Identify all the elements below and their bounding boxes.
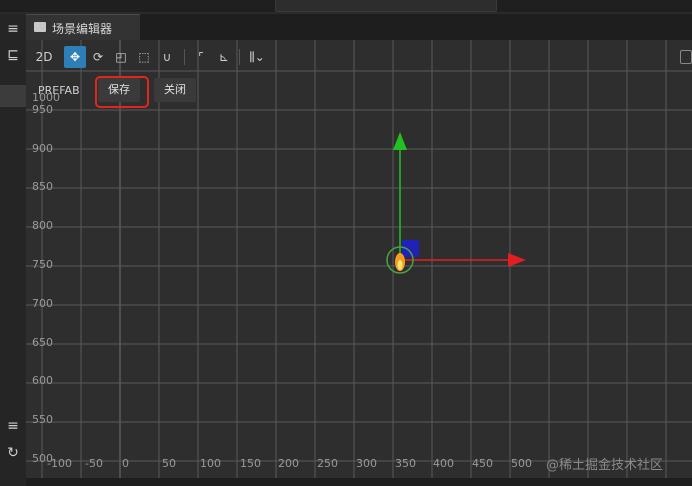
x-axis-arrow[interactable] bbox=[508, 253, 526, 267]
x-tick-label: 100 bbox=[200, 457, 221, 470]
rotate-tool-icon[interactable]: ⟳ bbox=[87, 46, 109, 68]
watermark: @稀土掘金技术社区 bbox=[546, 458, 664, 473]
magnet-icon[interactable]: ∪ bbox=[156, 46, 178, 68]
save-highlight-box bbox=[95, 76, 149, 108]
y-tick-label: 700 bbox=[32, 297, 53, 310]
rect-tool-icon[interactable]: ⬚ bbox=[133, 46, 155, 68]
tab-label: 场景编辑器 bbox=[52, 22, 113, 36]
refresh-icon[interactable]: ↻ bbox=[4, 444, 22, 462]
y-tick-label: 900 bbox=[32, 142, 53, 155]
toolbar-divider bbox=[239, 49, 240, 65]
bottom-tab-strip bbox=[26, 478, 692, 486]
x-tick-label: 300 bbox=[356, 457, 377, 470]
y-axis-arrow[interactable] bbox=[393, 132, 407, 150]
top-toolbar bbox=[0, 0, 692, 12]
toggle-2d-button[interactable]: 2D bbox=[32, 46, 56, 68]
y-tick-label: 750 bbox=[32, 258, 53, 271]
pivot-icon[interactable]: ⌜ bbox=[190, 46, 212, 68]
y-tick-label: 950 bbox=[32, 103, 53, 116]
x-tick-label: -50 bbox=[85, 457, 103, 470]
x-tick-label: 250 bbox=[317, 457, 338, 470]
move-tool-icon[interactable]: ✥ bbox=[64, 46, 86, 68]
close-button[interactable]: 关闭 bbox=[154, 78, 196, 102]
x-tick-label: 500 bbox=[511, 457, 532, 470]
particle-core bbox=[397, 260, 403, 270]
x-tick-label: 450 bbox=[472, 457, 493, 470]
local-icon[interactable]: ⊾ bbox=[213, 46, 235, 68]
x-tick-label: 150 bbox=[240, 457, 261, 470]
x-tick-label: 200 bbox=[278, 457, 299, 470]
play-controls[interactable] bbox=[275, 0, 497, 12]
y-tick-label: 800 bbox=[32, 219, 53, 232]
menu-icon[interactable]: ≡ bbox=[4, 417, 22, 435]
scene-icon bbox=[34, 22, 46, 32]
left-dock: ≡ ⊑ ≡ ↻ bbox=[0, 14, 27, 486]
y-tick-label: 650 bbox=[32, 336, 53, 349]
y-tick-label: 550 bbox=[32, 413, 53, 426]
x-tick-label: 50 bbox=[162, 457, 176, 470]
x-tick-label: -100 bbox=[47, 457, 72, 470]
dock-selected-item[interactable] bbox=[0, 85, 26, 107]
transform-gizmo[interactable] bbox=[386, 132, 526, 274]
align-icon[interactable]: ⫼⌄ bbox=[244, 46, 270, 68]
toolbar-divider bbox=[184, 49, 185, 65]
maximize-icon[interactable] bbox=[680, 50, 692, 64]
menu-icon[interactable]: ≡ bbox=[4, 20, 22, 38]
hierarchy-icon[interactable]: ⊑ bbox=[4, 46, 22, 64]
x-tick-label: 0 bbox=[122, 457, 129, 470]
x-tick-label: 350 bbox=[395, 457, 416, 470]
x-tick-label: 400 bbox=[433, 457, 454, 470]
y-tick-label: 600 bbox=[32, 374, 53, 387]
tab-scene-editor[interactable]: 场景编辑器 bbox=[26, 14, 140, 41]
scale-tool-icon[interactable]: ◰ bbox=[110, 46, 132, 68]
y-tick-label: 850 bbox=[32, 180, 53, 193]
